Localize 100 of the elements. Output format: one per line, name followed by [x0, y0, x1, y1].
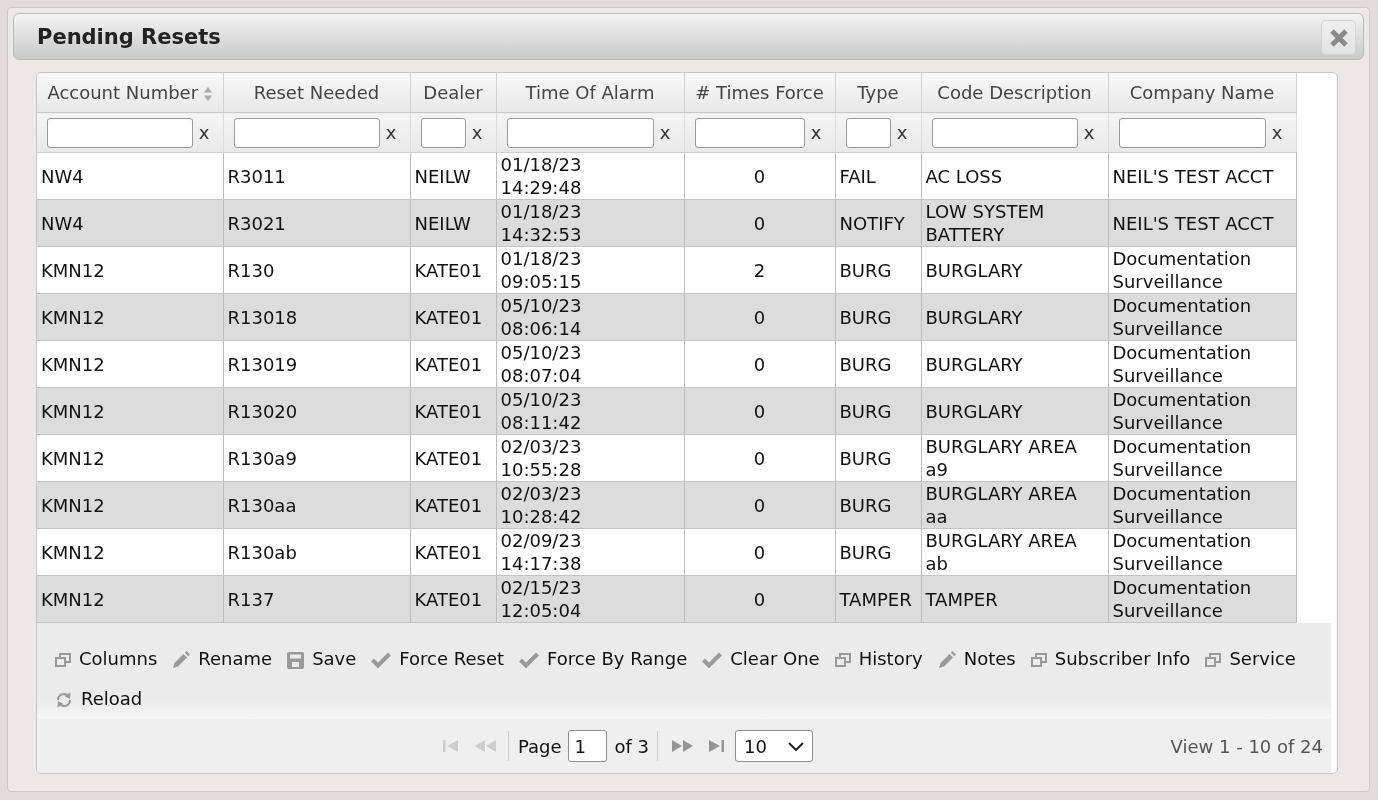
column-header[interactable]: Account Number: [37, 73, 223, 113]
table-cell: R13018: [223, 293, 410, 341]
clear-filter-button[interactable]: x: [471, 122, 483, 143]
table-cell: NEILW: [410, 152, 496, 200]
table-cell: KMN12: [37, 434, 223, 482]
table-cell: KATE01: [410, 528, 496, 576]
clear-filter-button[interactable]: x: [810, 122, 822, 143]
close-button[interactable]: [1321, 20, 1356, 55]
table-cell: TAMPER: [921, 575, 1108, 623]
table-cell: NEIL'S TEST ACCT: [1108, 152, 1296, 200]
page-label: Page: [517, 735, 562, 757]
clear-filter-button[interactable]: x: [1271, 122, 1283, 143]
toolbar-button[interactable]: Columns: [55, 638, 158, 678]
filter-field[interactable]: [233, 117, 380, 148]
column-header[interactable]: Reset Needed: [223, 73, 410, 113]
column-header[interactable]: Type: [835, 73, 921, 113]
table-cell: KMN12: [37, 387, 223, 435]
clear-filter-button[interactable]: x: [385, 122, 397, 143]
table-cell: R130ab: [223, 528, 410, 576]
table-cell: KMN12: [37, 528, 223, 576]
table-cell: LOW SYSTEM BATTERY: [921, 199, 1108, 247]
pencil-icon: [172, 651, 191, 669]
table-cell: 02/03/23 10:55:28: [496, 434, 684, 482]
table-cell: AC LOSS: [921, 152, 1108, 200]
table-cell: FAIL: [835, 152, 921, 200]
clear-filter-button[interactable]: x: [198, 122, 210, 143]
table-cell: KMN12: [37, 246, 223, 294]
toolbar-button[interactable]: Clear One: [702, 638, 820, 678]
table-cell: BURG: [835, 434, 921, 482]
table-cell: KATE01: [410, 575, 496, 623]
table-cell: 05/10/23 08:06:14: [496, 293, 684, 341]
clear-filter-button[interactable]: x: [896, 122, 908, 143]
column-header[interactable]: Code Description: [921, 73, 1108, 113]
check-icon: [371, 652, 392, 668]
last-page-icon[interactable]: [709, 740, 725, 752]
check-icon: [702, 652, 723, 668]
table-cell: KATE01: [410, 293, 496, 341]
table-cell: BURGLARY AREA aa: [921, 481, 1108, 529]
table-cell: 2: [684, 246, 835, 294]
table-cell: 02/09/23 14:17:38: [496, 528, 684, 576]
table-cell: BURG: [835, 387, 921, 435]
table-cell: 02/15/23 12:05:04: [496, 575, 684, 623]
toolbar-button[interactable]: Rename: [172, 638, 273, 678]
table-cell: KMN12: [37, 575, 223, 623]
table-cell: BURGLARY: [921, 246, 1108, 294]
table-cell: 0: [684, 293, 835, 341]
table-cell: 0: [684, 481, 835, 529]
table-cell: Documentation Surveillance: [1108, 434, 1296, 482]
toolbar-button[interactable]: Reload: [55, 678, 143, 718]
windows-icon: [834, 653, 851, 667]
column-header[interactable]: # Times Force: [684, 73, 835, 113]
table-cell: R13019: [223, 340, 410, 388]
table-cell: BURGLARY AREA ab: [921, 528, 1108, 576]
filter-field[interactable]: [694, 117, 805, 148]
table-cell: KATE01: [410, 481, 496, 529]
next-page-icon[interactable]: [672, 740, 694, 752]
table-cell: Documentation Surveillance: [1108, 387, 1296, 435]
table-cell: R3021: [223, 199, 410, 247]
table-cell: KATE01: [410, 434, 496, 482]
dialog-title: Pending Resets: [37, 24, 221, 49]
filter-field[interactable]: [420, 117, 466, 148]
toolbar-button[interactable]: Force By Range: [519, 638, 688, 678]
filter-field[interactable]: [47, 117, 193, 148]
toolbar-button[interactable]: Save: [287, 638, 357, 678]
filter-field[interactable]: [845, 117, 891, 148]
toolbar-button[interactable]: Service: [1205, 638, 1296, 678]
table-cell: NW4: [37, 152, 223, 200]
table-cell: TAMPER: [835, 575, 921, 623]
close-icon: [1329, 28, 1348, 47]
table-cell: 0: [684, 434, 835, 482]
table-cell: Documentation Surveillance: [1108, 293, 1296, 341]
table-cell: 01/18/23 14:32:53: [496, 199, 684, 247]
table-cell: BURGLARY: [921, 387, 1108, 435]
chevron-icon: [788, 741, 805, 751]
clear-filter-button[interactable]: x: [659, 122, 671, 143]
toolbar-button[interactable]: Notes: [937, 638, 1016, 678]
column-header[interactable]: Dealer: [410, 73, 496, 113]
filter-field[interactable]: [931, 117, 1078, 148]
windows-icon: [55, 653, 71, 667]
page-field[interactable]: 1: [567, 730, 607, 762]
table-cell: R3011: [223, 152, 410, 200]
table-cell: R130a9: [223, 434, 410, 482]
table-cell: BURG: [835, 340, 921, 388]
column-header[interactable]: Time Of Alarm: [496, 73, 684, 113]
page-count: of 3: [614, 735, 650, 757]
toolbar-button[interactable]: History: [834, 638, 923, 678]
table-cell: NW4: [37, 199, 223, 247]
toolbar-button[interactable]: Force Reset: [371, 638, 505, 678]
table-cell: 02/03/23 10:28:42: [496, 481, 684, 529]
column-header[interactable]: Company Name: [1108, 73, 1296, 113]
toolbar-button[interactable]: Subscriber Info: [1030, 638, 1191, 678]
filter-field[interactable]: [1118, 117, 1266, 148]
table-cell: R130: [223, 246, 410, 294]
table-cell: KATE01: [410, 387, 496, 435]
filter-field[interactable]: [506, 117, 654, 148]
clear-filter-button[interactable]: x: [1083, 122, 1095, 143]
table-cell: BURG: [835, 528, 921, 576]
table-cell: NOTIFY: [835, 199, 921, 247]
page-size-select[interactable]: 10: [735, 730, 814, 762]
sort-icon: [204, 87, 213, 101]
